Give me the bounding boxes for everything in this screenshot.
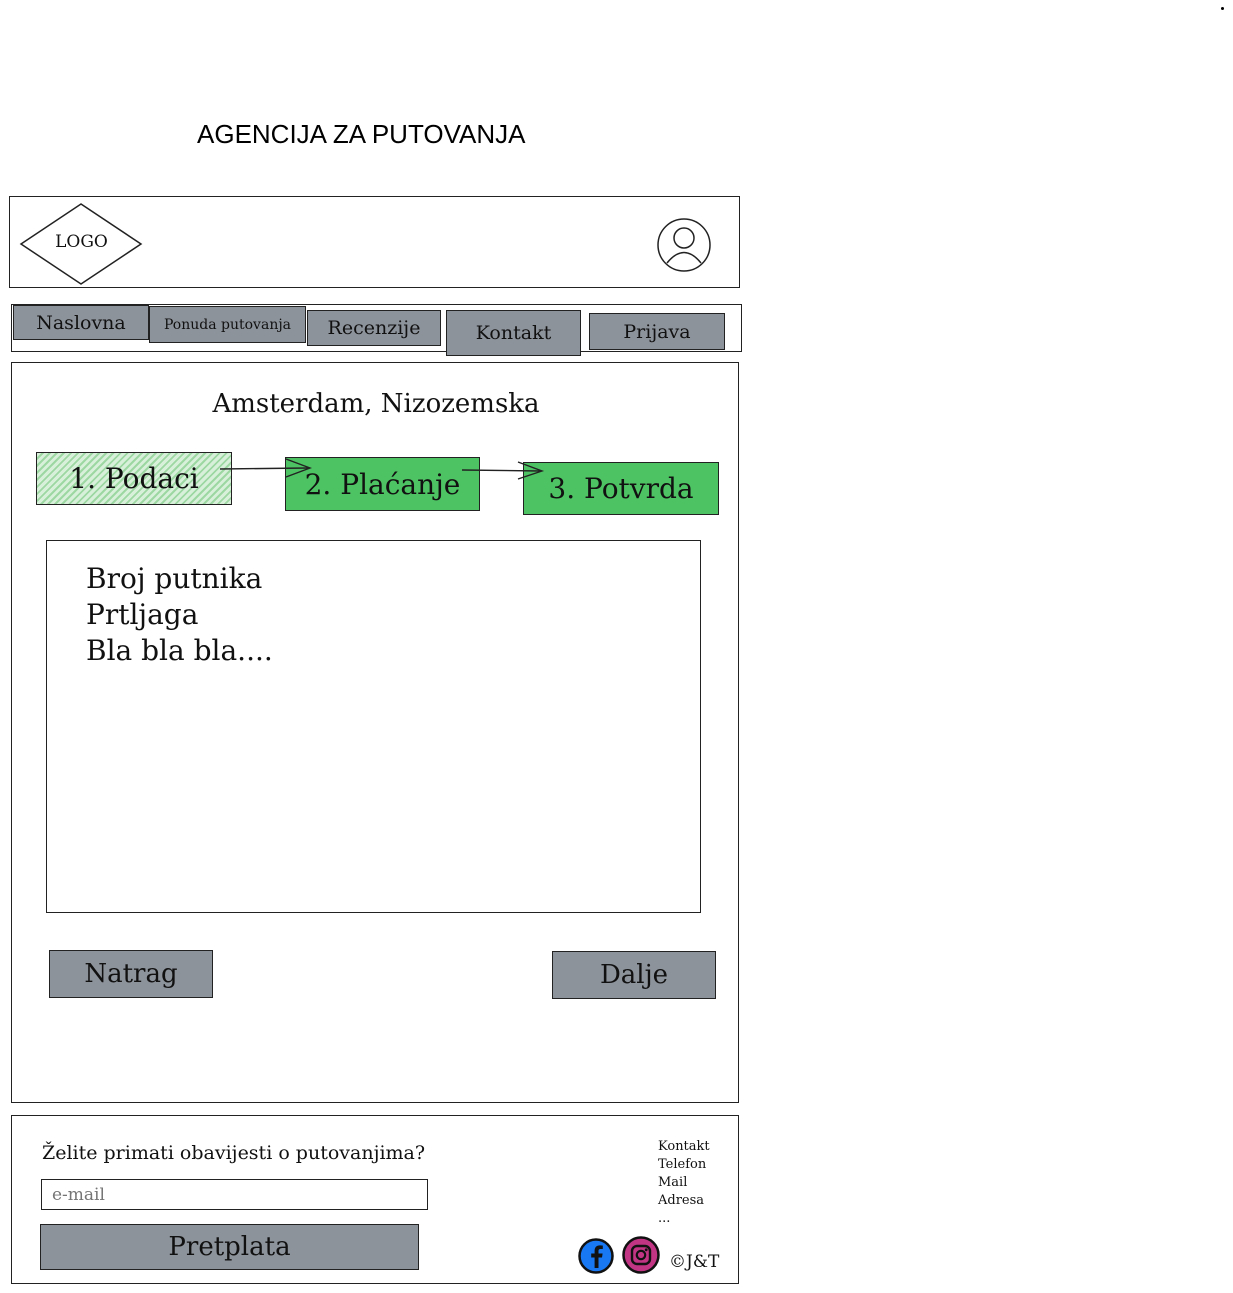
form-field-broj-putnika[interactable]: Broj putnika <box>86 561 262 597</box>
site-header: LOGO <box>9 196 740 288</box>
user-avatar-icon[interactable] <box>656 217 712 273</box>
back-button[interactable]: Natrag <box>49 950 213 998</box>
logo[interactable]: LOGO <box>19 202 144 286</box>
subscribe-button[interactable]: Pretplata <box>40 1224 419 1270</box>
destination-title: Amsterdam, Nizozemska <box>212 389 540 419</box>
page-title: AGENCIJA ZA PUTOVANJA <box>197 119 526 149</box>
decorative-dot <box>1221 7 1224 10</box>
form-box[interactable]: Broj putnika Prtljaga Bla bla bla.... <box>46 540 701 913</box>
form-field-bla: Bla bla bla.... <box>86 634 273 667</box>
nav-item-ponuda-putovanja[interactable]: Ponuda putovanja <box>149 306 306 343</box>
nav-item-recenzije[interactable]: Recenzije <box>307 310 441 346</box>
copyright: ©J&T <box>669 1252 720 1272</box>
footer-link-kontakt[interactable]: Kontakt <box>658 1138 710 1156</box>
step-arrows-icon <box>219 458 545 480</box>
form-field-prtljaga[interactable]: Prtljaga <box>86 597 198 633</box>
next-button[interactable]: Dalje <box>552 951 716 999</box>
step-podaci[interactable]: 1. Podaci <box>36 452 232 505</box>
nav-item-kontakt[interactable]: Kontakt <box>446 310 581 356</box>
footer-links: Kontakt Telefon Mail Adresa ... <box>658 1138 710 1228</box>
newsletter-prompt: Želite primati obavijesti o putovanjima? <box>42 1142 426 1164</box>
footer-link-telefon[interactable]: Telefon <box>658 1156 710 1174</box>
logo-text: LOGO <box>55 232 108 252</box>
main-panel: Amsterdam, Nizozemska 1. Podaci 2. Plaća… <box>11 362 739 1103</box>
footer-link-adresa[interactable]: Adresa <box>658 1192 710 1210</box>
site-footer: Želite primati obavijesti o putovanjima?… <box>11 1115 739 1284</box>
nav-bar: Naslovna Ponuda putovanja Recenzije Kont… <box>11 304 742 356</box>
email-input[interactable] <box>41 1179 428 1210</box>
nav-item-prijava[interactable]: Prijava <box>589 313 725 350</box>
footer-link-more[interactable]: ... <box>658 1210 710 1228</box>
instagram-icon[interactable] <box>622 1236 660 1274</box>
footer-link-mail[interactable]: Mail <box>658 1174 710 1192</box>
nav-item-naslovna[interactable]: Naslovna <box>13 305 149 340</box>
facebook-icon[interactable] <box>578 1238 614 1274</box>
step-potvrda[interactable]: 3. Potvrda <box>523 462 719 515</box>
